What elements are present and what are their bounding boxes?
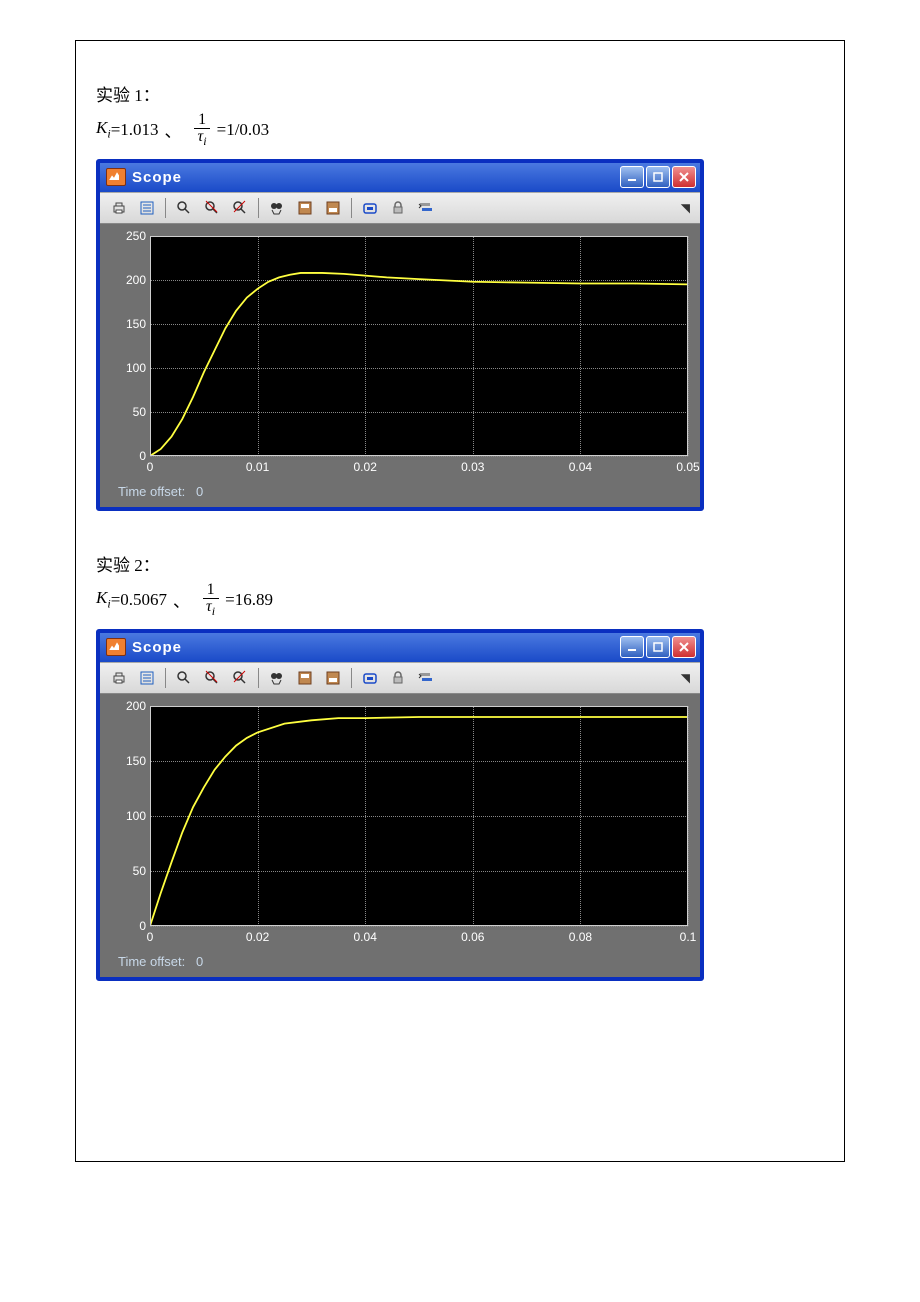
toolbar-separator: [351, 198, 352, 218]
toolbar: ◥: [100, 662, 700, 694]
close-button[interactable]: [672, 636, 696, 658]
window-title: Scope: [132, 639, 620, 656]
minimize-button[interactable]: [620, 636, 644, 658]
x-axis-labels-1: 00.010.020.030.040.05: [150, 460, 688, 480]
plot-area-2: 050100150200 00.020.040.060.080.1 Time o…: [100, 694, 700, 977]
lock-icon[interactable]: [385, 196, 411, 220]
window-controls: [620, 636, 696, 658]
toolbar-separator: [258, 198, 259, 218]
matlab-scope-icon: [106, 638, 126, 656]
experiment-2-title: 实验 2：: [96, 551, 824, 576]
toolbar-separator: [165, 198, 166, 218]
titlebar[interactable]: Scope: [100, 163, 700, 192]
toolbar: ◥: [100, 192, 700, 224]
fraction: 1 τi: [194, 112, 211, 147]
axes-1[interactable]: 050100150200250: [150, 236, 688, 456]
signal-select-icon[interactable]: [413, 666, 439, 690]
zoom-x-icon[interactable]: [199, 196, 225, 220]
parameters-icon[interactable]: [134, 666, 160, 690]
save-axes-icon[interactable]: [292, 196, 318, 220]
k-symbol: Ki: [96, 118, 111, 141]
window-title: Scope: [132, 169, 620, 186]
float-icon[interactable]: [357, 196, 383, 220]
separator: 、: [173, 587, 190, 612]
separator: 、: [165, 117, 182, 142]
maximize-button[interactable]: [646, 636, 670, 658]
window-controls: [620, 166, 696, 188]
signal-select-icon[interactable]: [413, 196, 439, 220]
zoom-in-icon[interactable]: [171, 196, 197, 220]
page-frame: 实验 1： Ki =1.013 、 1 τi =1/0.03 Scope: [75, 40, 845, 1162]
maximize-button[interactable]: [646, 166, 670, 188]
minimize-button[interactable]: [620, 166, 644, 188]
rhs-value: =16.89: [225, 590, 273, 610]
plot-area-1: 050100150200250 00.010.020.030.040.05 Ti…: [100, 224, 700, 507]
experiment-2-formula: Ki =0.5067 、 1 τi =16.89: [96, 582, 824, 617]
matlab-scope-icon: [106, 168, 126, 186]
x-axis-labels-2: 00.020.040.060.080.1: [150, 930, 688, 950]
k-value: =1.013: [111, 120, 159, 140]
axes-2[interactable]: 050100150200: [150, 706, 688, 926]
close-button[interactable]: [672, 166, 696, 188]
zoom-x-icon[interactable]: [199, 666, 225, 690]
rhs-value: =1/0.03: [217, 120, 270, 140]
float-icon[interactable]: [357, 666, 383, 690]
toolbar-separator: [351, 668, 352, 688]
toolbar-separator: [258, 668, 259, 688]
k-value: =0.5067: [111, 590, 167, 610]
scope-window-1: Scope ◥ 050100150200250: [96, 159, 704, 511]
titlebar[interactable]: Scope: [100, 633, 700, 662]
zoom-y-icon[interactable]: [227, 196, 253, 220]
time-offset-label: Time offset: 0: [112, 480, 688, 501]
restore-axes-icon[interactable]: [320, 196, 346, 220]
print-icon[interactable]: [106, 666, 132, 690]
scope-window-2: Scope ◥ 050100150200 00: [96, 629, 704, 981]
autoscale-icon[interactable]: [264, 196, 290, 220]
save-axes-icon[interactable]: [292, 666, 318, 690]
lock-icon[interactable]: [385, 666, 411, 690]
zoom-in-icon[interactable]: [171, 666, 197, 690]
autoscale-icon[interactable]: [264, 666, 290, 690]
k-symbol: Ki: [96, 588, 111, 611]
toolbar-overflow-icon[interactable]: ◥: [681, 201, 694, 216]
fraction: 1 τi: [202, 582, 219, 617]
experiment-1-formula: Ki =1.013 、 1 τi =1/0.03: [96, 112, 824, 147]
toolbar-overflow-icon[interactable]: ◥: [681, 671, 694, 686]
restore-axes-icon[interactable]: [320, 666, 346, 690]
experiment-1-title: 实验 1：: [96, 81, 824, 106]
print-icon[interactable]: [106, 196, 132, 220]
toolbar-separator: [165, 668, 166, 688]
time-offset-label: Time offset: 0: [112, 950, 688, 971]
zoom-y-icon[interactable]: [227, 666, 253, 690]
parameters-icon[interactable]: [134, 196, 160, 220]
